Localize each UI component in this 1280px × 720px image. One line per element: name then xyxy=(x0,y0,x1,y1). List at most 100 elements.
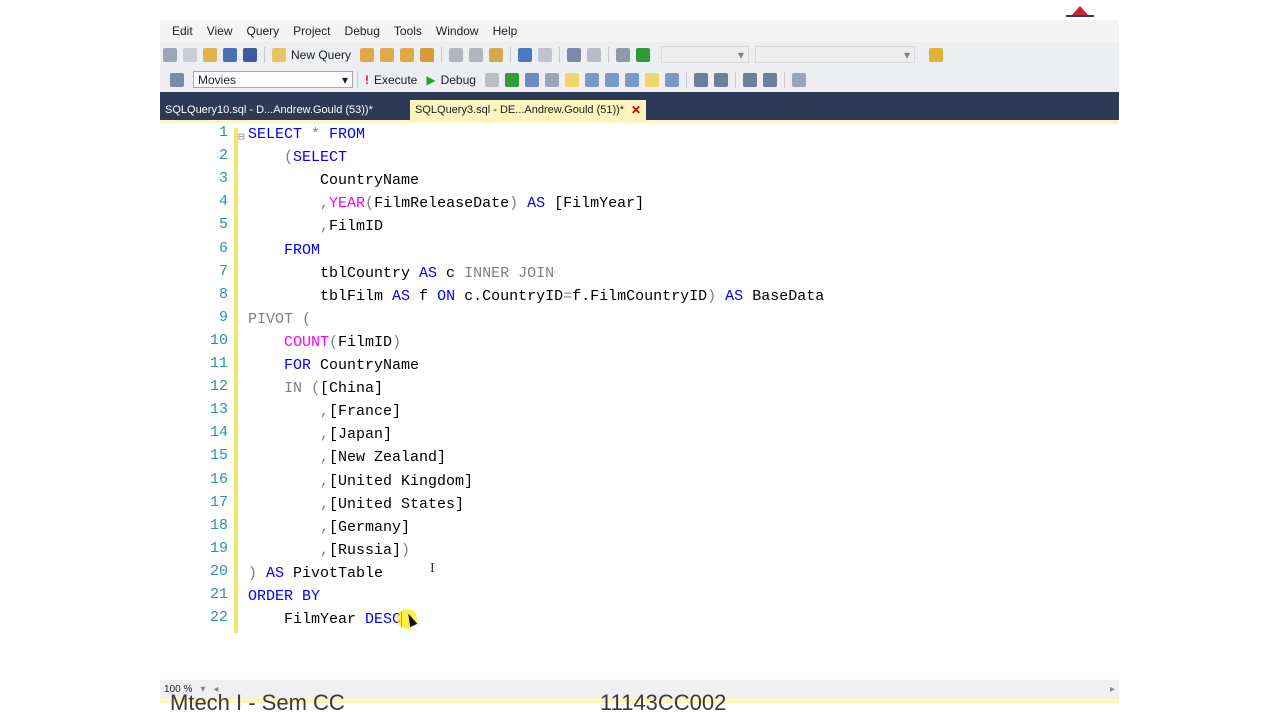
standard-toolbar: New Query ▾ ▾ xyxy=(160,42,1119,67)
outdent-icon[interactable] xyxy=(742,72,757,87)
code-token: ) xyxy=(248,564,258,582)
query-mdx-icon[interactable] xyxy=(360,47,375,62)
collapse-icon[interactable]: ⊟ xyxy=(238,130,245,144)
undo-icon[interactable] xyxy=(518,47,533,62)
debug-button[interactable]: Debug xyxy=(441,73,476,87)
solution-config-combo[interactable]: ▾ xyxy=(661,46,750,63)
code-token: [Japan] xyxy=(329,426,393,444)
menu-project[interactable]: Project xyxy=(286,20,337,42)
cancel-query-icon[interactable] xyxy=(484,72,499,87)
menu-help[interactable]: Help xyxy=(486,20,525,42)
menu-debug[interactable]: Debug xyxy=(338,20,387,42)
specify-values-icon[interactable] xyxy=(791,72,806,87)
save-all-icon[interactable] xyxy=(243,47,257,62)
code-line: PIVOT ( xyxy=(248,308,311,331)
save-icon[interactable] xyxy=(223,47,237,62)
start-icon[interactable] xyxy=(636,47,651,62)
menu-edit[interactable]: Edit xyxy=(160,20,200,42)
code-token: tblCountry xyxy=(248,264,420,282)
code-token: [New Zealand] xyxy=(329,449,447,467)
comment-icon[interactable] xyxy=(693,72,708,87)
menu-window[interactable]: Window xyxy=(429,20,486,42)
toolbar-separator xyxy=(264,46,265,63)
menu-query[interactable]: Query xyxy=(239,20,286,42)
code-line: ,[New Zealand] xyxy=(248,446,446,469)
tab-label: SQLQuery10.sql - D...Andrew.Gould (53))* xyxy=(165,104,373,116)
code-token: PIVOT ( xyxy=(248,310,312,328)
find-icon[interactable] xyxy=(616,47,631,62)
line-number: 2 xyxy=(218,147,228,165)
line-number: 7 xyxy=(218,262,228,280)
intellisense-icon[interactable] xyxy=(564,72,579,87)
code-line: tblFilm AS f ON c.CountryID=f.FilmCountr… xyxy=(248,285,824,308)
execute-button[interactable]: Execute xyxy=(374,73,417,87)
include-plan-icon[interactable] xyxy=(584,72,599,87)
query-dax-icon[interactable] xyxy=(420,47,435,62)
menu-view[interactable]: View xyxy=(200,20,240,42)
results-file-icon[interactable] xyxy=(664,72,679,87)
close-icon[interactable]: ✕ xyxy=(631,100,641,121)
code-token: FilmReleaseDate xyxy=(374,195,510,213)
tab-label: SQLQuery3.sql - DE...Andrew.Gould (51))* xyxy=(415,104,625,116)
redo-icon[interactable] xyxy=(538,47,553,62)
connect-icon[interactable] xyxy=(170,72,184,87)
navigate-forward-icon[interactable] xyxy=(587,47,602,62)
cut-icon[interactable] xyxy=(449,47,464,62)
tab-sqlquery10[interactable]: SQLQuery10.sql - D...Andrew.Gould (53))* xyxy=(160,100,378,121)
query-designer-icon[interactable] xyxy=(544,72,559,87)
open-file-icon[interactable] xyxy=(203,47,217,62)
code-line: ORDER BY xyxy=(248,585,320,608)
code-token: INNER JOIN xyxy=(464,264,555,282)
code-token: CountryName xyxy=(311,357,420,374)
code-token: , xyxy=(320,195,330,213)
execute-icon: ! xyxy=(365,72,369,87)
line-number: 16 xyxy=(209,470,228,488)
navigate-icon[interactable] xyxy=(567,47,582,62)
code-token: ORDER BY xyxy=(248,588,321,605)
query-xmla-icon[interactable] xyxy=(400,47,415,62)
results-text-icon[interactable] xyxy=(624,72,639,87)
toolbar-separator xyxy=(559,46,561,63)
code-token: AS xyxy=(518,195,555,213)
new-project-icon[interactable] xyxy=(183,47,197,62)
new-query-button[interactable]: New Query xyxy=(291,48,351,62)
database-combo[interactable]: Movies ▾ xyxy=(193,71,353,88)
code-token: c.CountryID xyxy=(455,287,564,305)
search-combo[interactable]: ▾ xyxy=(755,46,916,63)
code-token: , xyxy=(320,403,330,421)
code-line: ,YEAR(FilmReleaseDate) AS [FilmYear] xyxy=(248,192,644,215)
menu-tools[interactable]: Tools xyxy=(387,20,429,42)
code-token: AS xyxy=(257,564,285,582)
estimated-plan-icon[interactable] xyxy=(524,72,539,87)
document-tab-strip: SQLQuery10.sql - D...Andrew.Gould (53))*… xyxy=(160,92,1119,122)
properties-icon[interactable] xyxy=(929,47,944,62)
line-number: 17 xyxy=(209,493,228,511)
indent-icon[interactable] xyxy=(762,72,777,87)
line-number: 12 xyxy=(209,378,228,396)
line-number: 4 xyxy=(218,193,228,211)
client-stats-icon[interactable] xyxy=(604,72,619,87)
code-token: = xyxy=(563,287,573,305)
toolbar-separator xyxy=(608,46,610,63)
code-token: , xyxy=(320,449,330,467)
query-editor[interactable]: 1 2 3 4 5 6 7 8 9 10 11 12 13 14 15 16 17 18 19 20 21 22 ⊟ SE… xyxy=(160,123,1119,680)
new-query-icon xyxy=(272,47,286,62)
copy-icon[interactable] xyxy=(469,47,484,62)
database-combo-value: Movies xyxy=(198,72,237,87)
code-token: YEAR xyxy=(329,195,366,213)
tab-sqlquery3[interactable]: SQLQuery3.sql - DE...Andrew.Gould (51))*… xyxy=(410,100,647,121)
code-line: ) AS PivotTable xyxy=(248,562,383,585)
line-number: 1 xyxy=(218,124,228,141)
toolbar-separator xyxy=(441,46,443,63)
parse-icon[interactable] xyxy=(504,72,519,87)
back-icon[interactable] xyxy=(163,47,177,62)
results-grid-icon[interactable] xyxy=(644,72,659,87)
query-dmx-icon[interactable] xyxy=(380,47,395,62)
code-line: FOR CountryName xyxy=(248,354,419,377)
paste-icon[interactable] xyxy=(489,47,504,62)
uncomment-icon[interactable] xyxy=(713,72,728,87)
